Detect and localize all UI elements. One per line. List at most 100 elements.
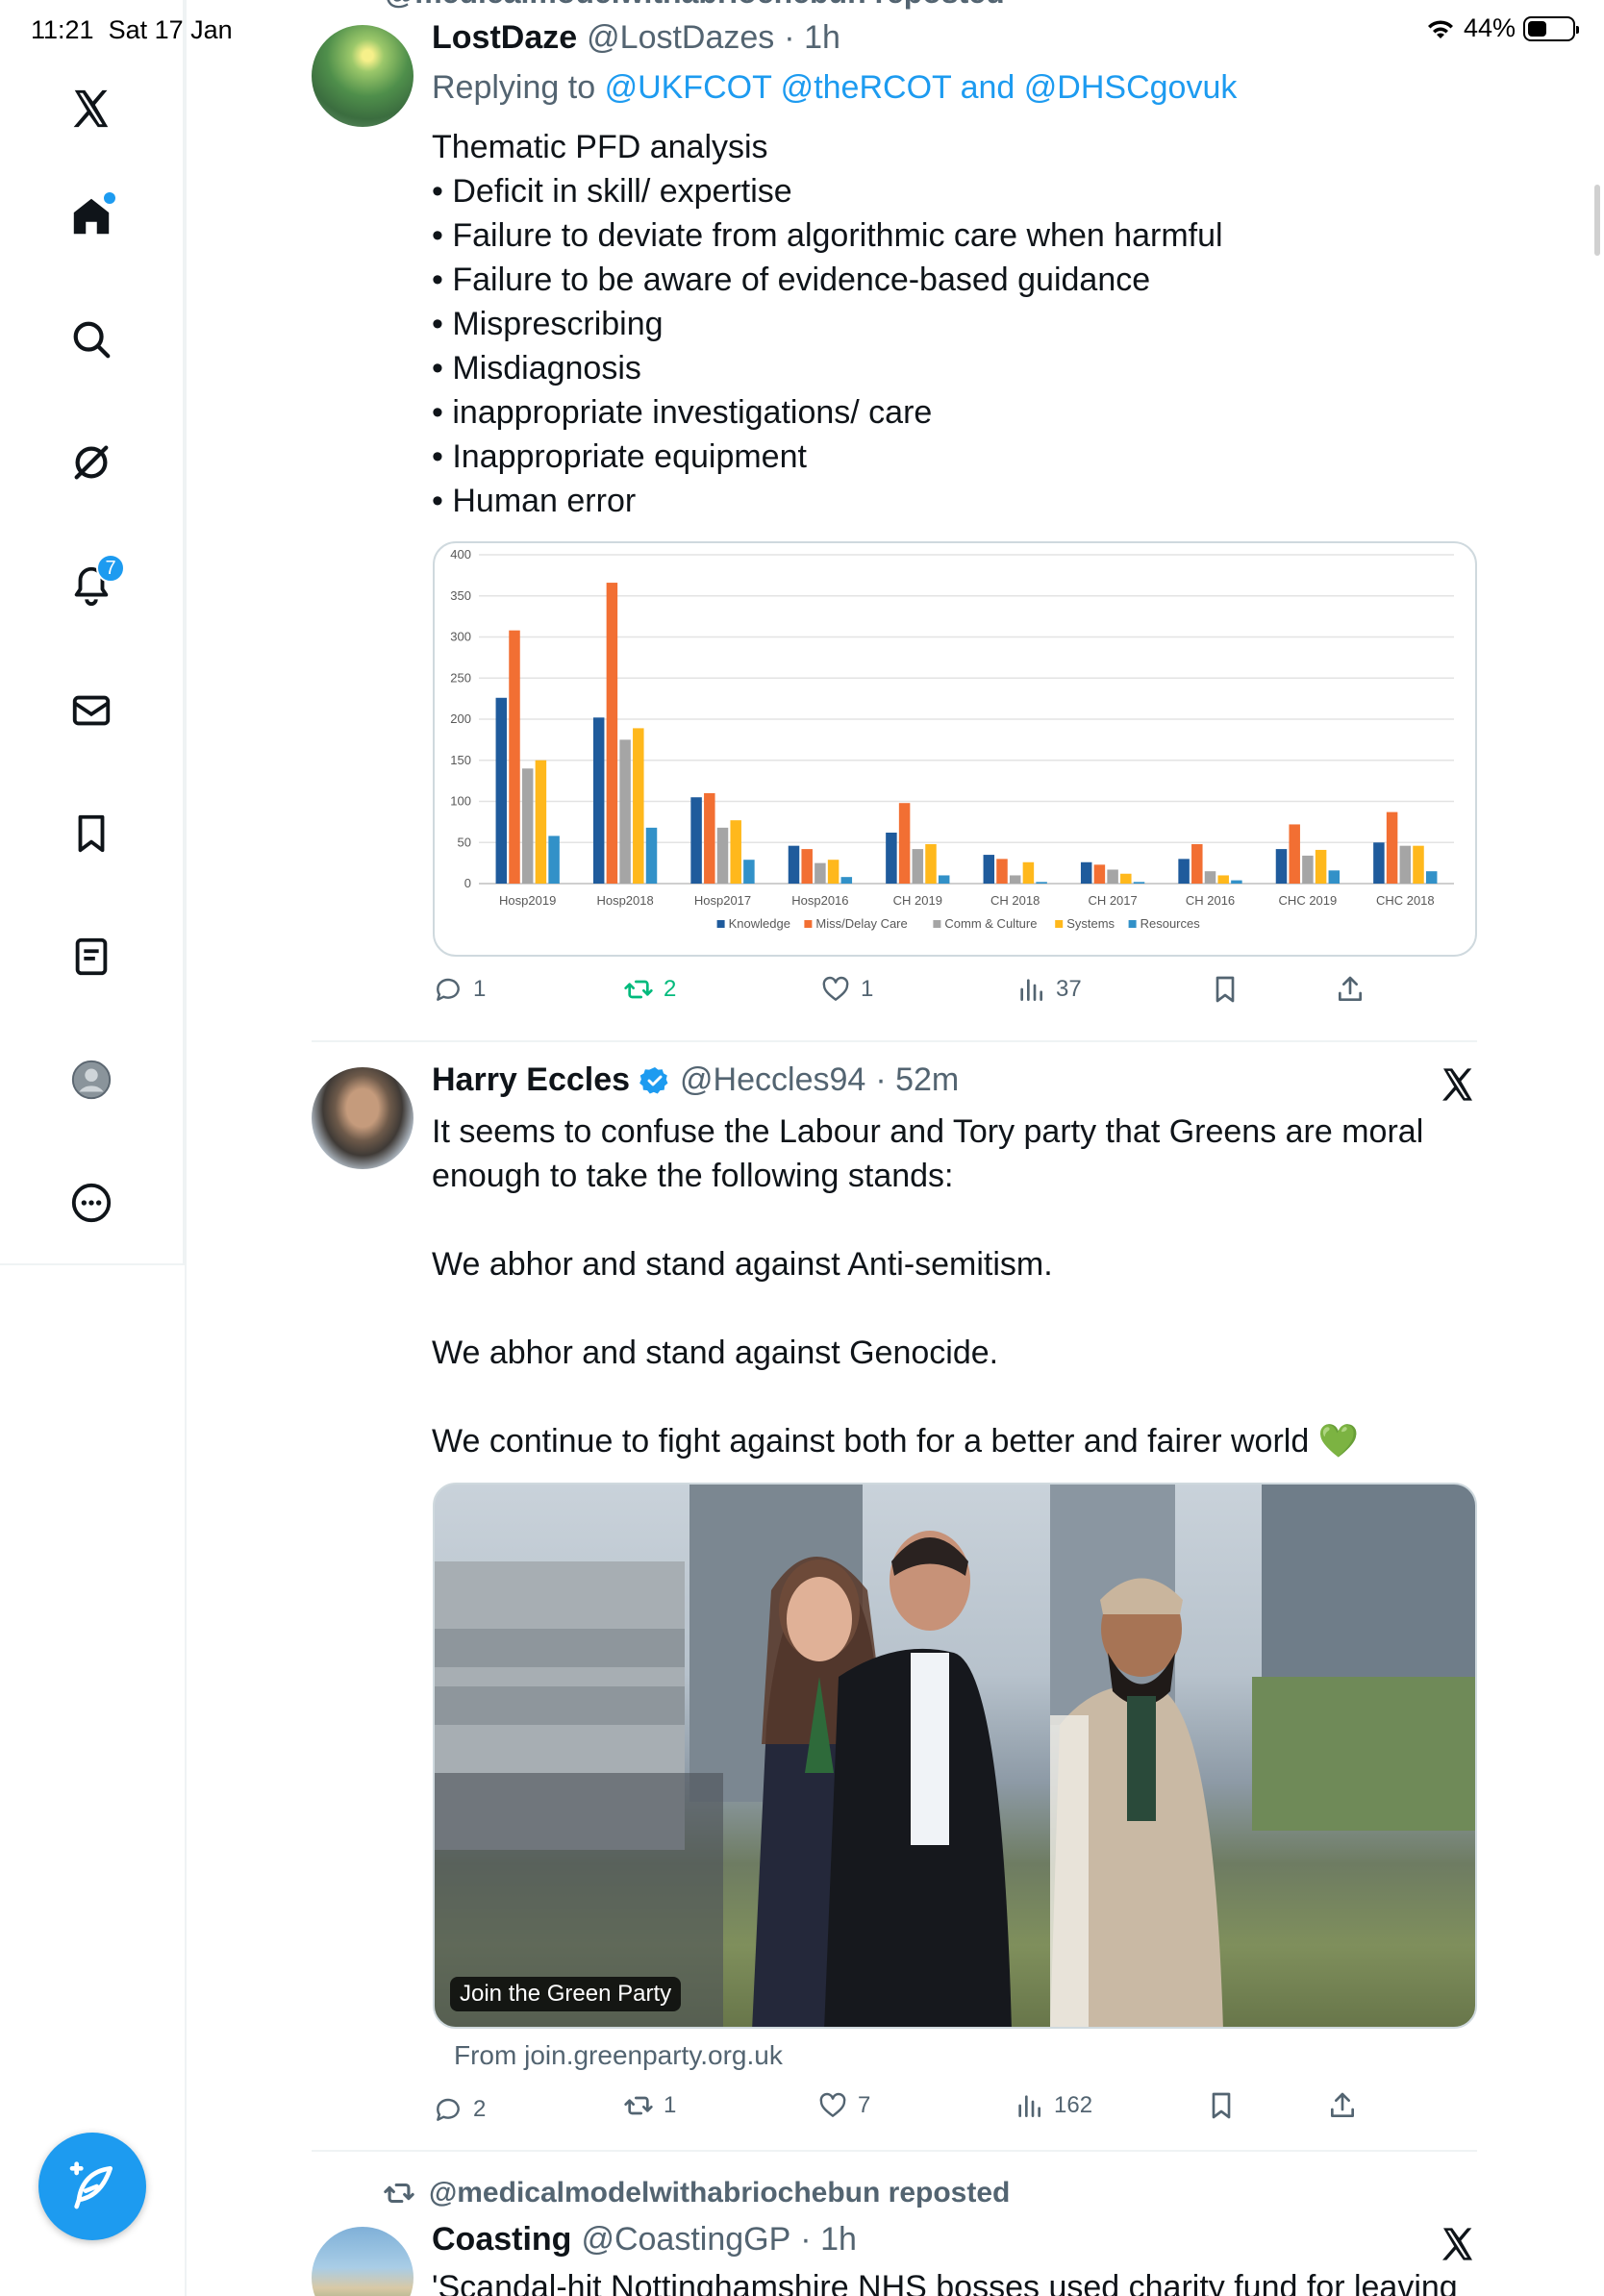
tweet1-author-name[interactable]: LostDaze [432, 19, 577, 57]
tweet1-author-handle[interactable]: @LostDazes [587, 19, 774, 57]
repost-icon [624, 980, 653, 999]
chart-bar [548, 836, 560, 884]
tweet1-reply-button[interactable]: 1 [433, 974, 486, 1005]
chart-x-tick-label: CH 2018 [990, 893, 1040, 908]
tweet1-bookmark-button[interactable] [1210, 974, 1241, 1005]
bookmarks-icon[interactable] [63, 806, 119, 861]
tweet3-author-handle[interactable]: @CoastingGP [581, 2221, 790, 2259]
chart-bar [1107, 869, 1118, 884]
harry-eccles-avatar[interactable] [312, 1067, 414, 1169]
chart-bar [743, 860, 755, 884]
tweet2-like-button[interactable]: 7 [817, 2090, 870, 2121]
tweet1-chart-image[interactable]: 0 50 100 150 200 250 300 350 400 Hosp2019 Hosp2018… [433, 541, 1477, 957]
tweet1-like-count: 1 [861, 976, 874, 1002]
replying-links[interactable]: @UKFCOT @theRCOT and @DHSCgovuk [605, 69, 1238, 106]
messages-icon[interactable] [63, 683, 119, 738]
tweet1-repost-count: 2 [664, 976, 677, 1002]
chart-bar [592, 717, 605, 884]
chart-bar [1275, 849, 1288, 884]
chart-x-tick-label: CHC 2019 [1279, 893, 1338, 908]
grok-icon[interactable] [63, 435, 119, 490]
bookmark-icon [1212, 2092, 1231, 2119]
bar-chart: 0 50 100 150 200 250 300 350 400 Hosp2019 Hosp2018… [450, 547, 1454, 931]
chart-bar [535, 760, 547, 884]
chart-bar [730, 820, 741, 884]
tweet3-time[interactable]: · 1h [800, 2221, 857, 2259]
tweet2-time[interactable]: · 52m [875, 1061, 959, 1099]
tweet1-like-button[interactable]: 1 [820, 974, 873, 1005]
tweet2-repost-button[interactable]: 1 [623, 2090, 676, 2121]
tweet2-bookmark-button[interactable] [1206, 2090, 1237, 2121]
x-logo-icon [1442, 1068, 1472, 1101]
tweet1-views-button[interactable]: 37 [1015, 974, 1082, 1005]
tweet2-share-button[interactable] [1327, 2090, 1358, 2121]
chart-y-tick-label: 100 [450, 794, 471, 809]
tweet2-author-handle[interactable]: @Heccles94 [680, 1061, 865, 1099]
tweet2-author-name[interactable]: Harry Eccles [432, 1061, 630, 1099]
tweet3-author-name[interactable]: Coasting [432, 2221, 571, 2259]
tweet2-like-count: 7 [858, 2092, 871, 2118]
chart-bar [619, 739, 631, 884]
reply-icon [437, 2098, 460, 2121]
repost-icon [624, 2096, 653, 2115]
tweet1-repost-button[interactable]: 2 [623, 974, 676, 1005]
coasting-avatar[interactable] [312, 2227, 414, 2296]
chart-bar [1120, 873, 1132, 884]
chart-bar [606, 583, 618, 884]
heart-icon [822, 976, 849, 1001]
chart-bar [886, 832, 897, 884]
chart-legend-label: Knowledge [729, 916, 790, 931]
tweet-divider [312, 2150, 1477, 2152]
chart-bar [938, 875, 950, 884]
views-icon [1020, 979, 1042, 1001]
chart-bar [1373, 842, 1385, 884]
lostdaze-avatar[interactable] [312, 25, 414, 127]
tweet2-text: It seems to confuse the Labour and Tory … [432, 1113, 1424, 1460]
chart-bar [1413, 845, 1424, 884]
chart-bar [509, 630, 520, 884]
tweet2-header: Harry Eccles @Heccles94 · 52m [432, 1061, 959, 1099]
chart-bar [983, 855, 995, 884]
chart-legend-swatch [716, 920, 725, 928]
chart-bar [1302, 855, 1314, 884]
battery-icon [1523, 15, 1579, 41]
chart-y-tick-label: 0 [464, 876, 471, 890]
tweet3-repost-line: @medicalmodelwithabriochebun reposted [383, 2177, 1010, 2209]
tweet2-repost-count: 1 [664, 2092, 677, 2118]
x-logo-icon[interactable] [63, 81, 119, 137]
link-source[interactable]: From join.greenparty.org.uk [454, 2040, 783, 2071]
more-icon[interactable] [63, 1175, 119, 1231]
tweet1-reply-count: 1 [473, 976, 487, 1002]
chart-legend-label: Systems [1066, 916, 1115, 931]
search-icon[interactable] [63, 312, 119, 367]
chart-bar [1399, 845, 1412, 884]
notifications-icon[interactable]: 7 [63, 554, 125, 613]
lists-icon[interactable] [63, 929, 119, 985]
tweet2-views-button[interactable]: 162 [1014, 2090, 1092, 2121]
tweet2-reply-button[interactable]: 2 [433, 2094, 486, 2125]
tweet1-view-count: 37 [1056, 976, 1082, 1002]
chart-legend-swatch [804, 920, 813, 928]
chart-bar [1231, 880, 1242, 884]
chart-y-tick-label: 250 [450, 670, 471, 685]
profile-avatar-icon[interactable] [63, 1052, 119, 1108]
tweet2-media-image[interactable]: Join the Green Party [433, 1483, 1477, 2029]
chart-bar [1204, 871, 1216, 884]
home-unread-dot [104, 192, 115, 204]
verified-badge-icon [639, 1066, 668, 1093]
chart-y-tick-label: 300 [450, 630, 471, 644]
tweet3-repost-text[interactable]: @medicalmodelwithabriochebun reposted [429, 2177, 1010, 2209]
tweet1-share-button[interactable] [1335, 974, 1366, 1005]
chart-bar [925, 843, 937, 884]
status-indicators: 44% [1425, 13, 1579, 43]
tweet1-time[interactable]: · 1h [784, 19, 840, 57]
home-icon[interactable] [63, 188, 119, 244]
compose-post-button[interactable] [38, 2133, 146, 2240]
chart-bar [1386, 811, 1398, 884]
top-repost-label: @medicalmodelwithabriochebun reposted [385, 0, 1005, 11]
scrollbar[interactable] [1594, 185, 1600, 256]
reply-icon [437, 978, 460, 1001]
heart-icon [819, 2092, 846, 2117]
chart-bar [704, 792, 715, 884]
chart-x-tick-label: CH 2017 [1088, 893, 1137, 908]
